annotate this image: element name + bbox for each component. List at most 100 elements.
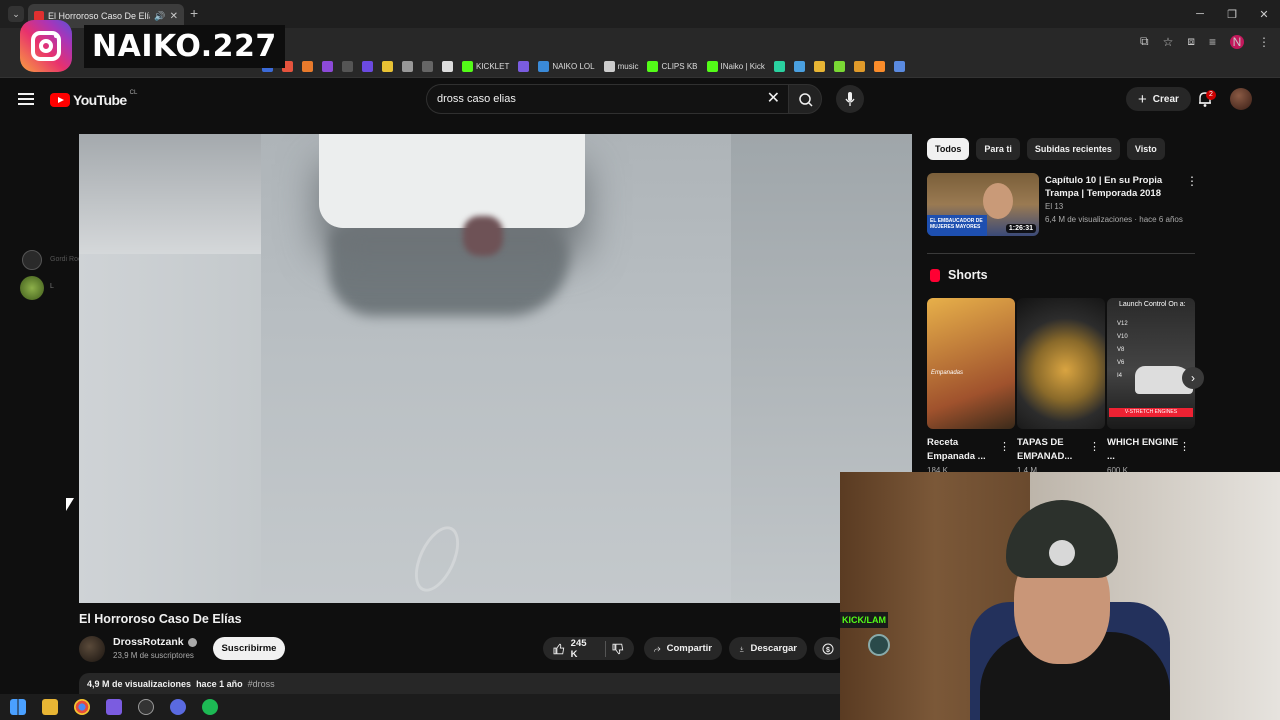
notifications-badge: 2 bbox=[1206, 90, 1216, 100]
short-thumbnail[interactable]: Launch Control On a: V12 V10 V8 V6 I4 V-… bbox=[1107, 298, 1195, 429]
short-title[interactable]: Receta Empanada ... bbox=[927, 436, 999, 464]
maximize-icon[interactable]: ❐ bbox=[1216, 0, 1248, 28]
discord-icon bbox=[22, 250, 42, 270]
thumbs-up-icon[interactable] bbox=[553, 643, 565, 655]
video-shadow bbox=[329, 226, 569, 316]
obs-icon[interactable] bbox=[138, 699, 154, 715]
chip-para-ti[interactable]: Para ti bbox=[976, 138, 1020, 160]
close-window-icon[interactable]: ✕ bbox=[1248, 0, 1280, 28]
extensions-icon[interactable]: ⧈ bbox=[1187, 34, 1195, 49]
windows-taskbar bbox=[0, 694, 840, 720]
bookmark-clips-kb[interactable]: CLIPS KB bbox=[647, 61, 698, 72]
share-button[interactable]: Compartir bbox=[644, 637, 722, 660]
create-button[interactable]: + Crear bbox=[1126, 87, 1191, 111]
more-options-icon[interactable]: ⋮ bbox=[1186, 174, 1198, 188]
view-count: 4,9 M de visualizaciones bbox=[87, 679, 192, 689]
hashtag-link[interactable]: #dross bbox=[248, 679, 275, 689]
more-options-icon[interactable]: ⋮ bbox=[999, 440, 1010, 453]
like-count[interactable]: 245 K bbox=[571, 638, 596, 660]
thanks-icon: $ bbox=[822, 643, 834, 654]
channel-avatar[interactable] bbox=[79, 636, 105, 662]
short-title[interactable]: WHICH ENGINE ... bbox=[1107, 436, 1179, 464]
search-input[interactable] bbox=[427, 85, 747, 113]
bookmark-icon[interactable] bbox=[793, 61, 805, 72]
video-white-robe bbox=[319, 134, 585, 228]
webcam-overlay: KICK/LAM bbox=[840, 472, 1280, 720]
side-overlay-label: L bbox=[50, 283, 54, 290]
youtube-play-icon bbox=[50, 93, 70, 107]
user-overlay-avatar bbox=[20, 276, 44, 300]
download-button[interactable]: Descargar bbox=[729, 637, 807, 660]
bookmark-star-icon[interactable]: ☆ bbox=[1163, 35, 1174, 49]
instagram-overlay: NAIKO.227 bbox=[20, 20, 285, 72]
voice-search-button[interactable] bbox=[836, 85, 864, 113]
chip-todos[interactable]: Todos bbox=[927, 138, 970, 160]
bookmark-icon[interactable] bbox=[362, 61, 373, 72]
chip-subidas-recientes[interactable]: Subidas recientes bbox=[1026, 138, 1120, 160]
discord-icon[interactable] bbox=[170, 699, 186, 715]
user-avatar[interactable] bbox=[1230, 88, 1252, 110]
windows-start-icon[interactable] bbox=[10, 699, 26, 715]
file-explorer-icon[interactable] bbox=[42, 699, 58, 715]
bookmark-icon[interactable] bbox=[518, 61, 530, 72]
recommended-channel[interactable]: El 13 bbox=[1045, 202, 1063, 211]
spotify-icon[interactable] bbox=[202, 699, 218, 715]
bookmark-icon[interactable] bbox=[322, 61, 333, 72]
channel-name[interactable]: DrossRotzank bbox=[113, 636, 197, 648]
like-divider bbox=[605, 640, 607, 657]
subscriber-count: 23,9 M de suscriptores bbox=[113, 651, 194, 660]
recommended-thumbnail[interactable]: EL EMBAUCADOR DE MUJERES MAYORES 1:26:31 bbox=[927, 173, 1039, 236]
bookmark-icon[interactable] bbox=[893, 61, 905, 72]
bookmark-icon[interactable] bbox=[853, 61, 865, 72]
media-controls-icon[interactable]: ≡ bbox=[1209, 35, 1216, 49]
bookmark-icon[interactable] bbox=[382, 61, 393, 72]
hamburger-menu-icon[interactable] bbox=[18, 93, 34, 105]
install-app-icon[interactable]: ⧉ bbox=[1140, 34, 1149, 49]
short-thumbnail[interactable] bbox=[1017, 298, 1105, 429]
microphone-icon bbox=[845, 92, 855, 106]
youtube-logo[interactable]: YouTube CL bbox=[50, 90, 138, 108]
verified-check-icon bbox=[187, 637, 197, 647]
short-thumbnail[interactable]: Empanadas bbox=[927, 298, 1015, 429]
like-dislike-group: 245 K bbox=[543, 637, 634, 660]
short-title[interactable]: TAPAS DE EMPANAD... bbox=[1017, 436, 1089, 464]
more-options-icon[interactable]: ⋮ bbox=[1179, 440, 1190, 453]
bookmark-icon[interactable] bbox=[833, 61, 845, 72]
minimize-icon[interactable]: ─ bbox=[1184, 0, 1216, 28]
thumbs-down-icon[interactable] bbox=[612, 643, 624, 655]
thumbnail-banner: EL EMBAUCADOR DE MUJERES MAYORES bbox=[927, 215, 987, 236]
bookmark-icon[interactable] bbox=[873, 61, 885, 72]
chrome-icon[interactable] bbox=[74, 699, 90, 715]
search-button[interactable] bbox=[788, 84, 822, 114]
shorts-icon bbox=[930, 268, 940, 282]
profile-avatar[interactable]: N bbox=[1230, 34, 1244, 49]
bookmark-inaiko-kick[interactable]: INaiko | Kick bbox=[706, 61, 765, 72]
country-code: CL bbox=[129, 90, 138, 96]
kick-badge-icon bbox=[868, 634, 890, 656]
app-icon[interactable] bbox=[106, 699, 122, 715]
clear-search-icon[interactable]: ✕ bbox=[767, 91, 780, 107]
bookmark-icon[interactable] bbox=[302, 61, 313, 72]
bookmark-icon[interactable] bbox=[422, 61, 433, 72]
bookmark-kicklet[interactable]: KICKLET bbox=[462, 61, 509, 72]
section-divider bbox=[927, 253, 1195, 254]
bookmark-icon[interactable] bbox=[813, 61, 825, 72]
new-tab-button[interactable]: + bbox=[190, 5, 198, 21]
bookmark-icon[interactable] bbox=[773, 61, 785, 72]
filter-chips: Todos Para ti Subidas recientes Visto bbox=[927, 138, 1165, 160]
bookmark-icon[interactable] bbox=[402, 61, 413, 72]
recommended-title[interactable]: Capítulo 10 | En su Propia Trampa | Temp… bbox=[1045, 174, 1175, 200]
shorts-next-arrow-icon[interactable]: › bbox=[1182, 367, 1204, 389]
bookmark-icon[interactable] bbox=[442, 61, 453, 72]
search-box: ✕ bbox=[426, 84, 788, 114]
bookmark-music[interactable]: music bbox=[603, 61, 638, 72]
bookmark-icon[interactable] bbox=[342, 61, 353, 72]
subscribe-button[interactable]: Suscribirme bbox=[213, 637, 285, 660]
youtube-header: YouTube CL ✕ + Crear 2 bbox=[0, 80, 1272, 120]
browser-menu-icon[interactable]: ⋮ bbox=[1258, 35, 1270, 49]
more-options-icon[interactable]: ⋮ bbox=[1089, 440, 1100, 453]
chip-visto[interactable]: Visto bbox=[1126, 138, 1165, 160]
bookmark-naiko-lol[interactable]: NAIKO LOL bbox=[538, 61, 595, 72]
video-player[interactable] bbox=[79, 134, 912, 603]
video-duration: 1:26:31 bbox=[1005, 224, 1036, 233]
